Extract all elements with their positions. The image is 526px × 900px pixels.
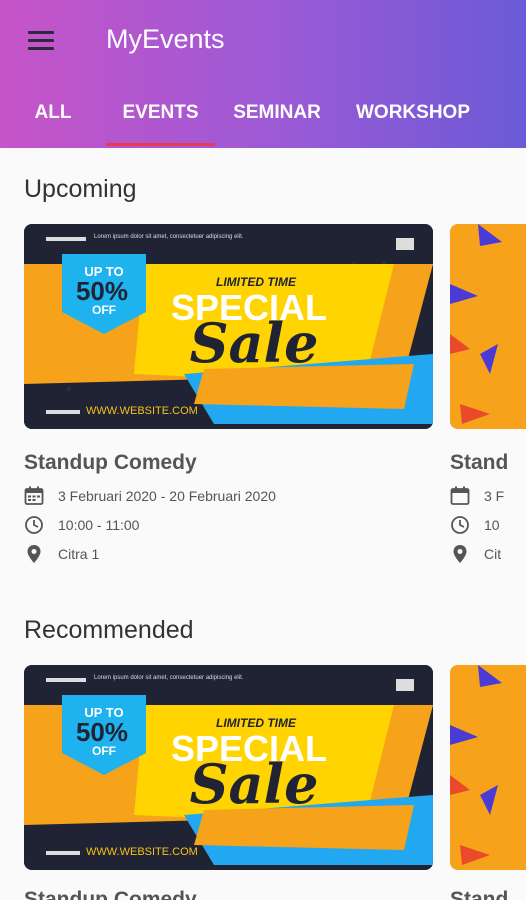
tab-workshop[interactable]: WORKSHOP bbox=[350, 90, 476, 148]
tab-label: WORKSHOP bbox=[356, 102, 470, 123]
event-card-next[interactable] bbox=[450, 224, 526, 429]
event-time-text: 10:00 - 11:00 bbox=[58, 517, 140, 533]
event-title: Standup Comedy bbox=[24, 451, 197, 474]
next-event-time-text: 10 bbox=[484, 517, 500, 533]
recommended-next-event-title: Stand bbox=[450, 888, 509, 900]
tab-label: EVENTS bbox=[122, 102, 199, 123]
banner-lorem: Lorem ipsum dolor sit amet, consectetuer… bbox=[94, 675, 244, 681]
banner-sale: Sale bbox=[190, 752, 319, 816]
recommended-event-title: Standup Comedy bbox=[24, 888, 197, 900]
banner-percent: 50% bbox=[76, 276, 128, 306]
next-event-location-text: Cit bbox=[484, 546, 502, 562]
banner-off: OFF bbox=[92, 744, 116, 758]
clock-icon bbox=[25, 516, 43, 534]
banner-percent: 50% bbox=[76, 717, 128, 747]
event-date: 3 Februari 2020 - 20 Februari 2020 bbox=[24, 485, 276, 507]
next-event-date-text: 3 F bbox=[484, 488, 505, 504]
sale-banner-image: Lorem ipsum dolor sit amet, consectetuer… bbox=[24, 665, 433, 870]
event-location: Citra 1 bbox=[24, 543, 99, 565]
calendar-icon bbox=[24, 486, 44, 505]
next-event-location: Cit bbox=[450, 543, 501, 565]
next-event-time: 10 bbox=[450, 514, 500, 536]
tab-bar: ALL EVENTS SEMINAR WORKSHOP bbox=[0, 90, 526, 148]
location-pin-icon bbox=[27, 545, 41, 563]
tab-seminar[interactable]: SEMINAR bbox=[224, 90, 330, 148]
menu-icon[interactable] bbox=[26, 28, 56, 52]
event-location-text: Citra 1 bbox=[58, 546, 100, 562]
tab-all[interactable]: ALL bbox=[22, 90, 84, 148]
app-title: MyEvents bbox=[106, 24, 225, 54]
banner-website: WWW.WEBSITE.COM bbox=[86, 405, 198, 417]
event-date-text: 3 Februari 2020 - 20 Februari 2020 bbox=[58, 488, 276, 504]
section-title-recommended: Recommended bbox=[24, 616, 194, 644]
recommended-card-next[interactable] bbox=[450, 665, 526, 870]
next-banner-image bbox=[450, 665, 526, 870]
banner-sale: Sale bbox=[190, 311, 319, 375]
section-title-upcoming: Upcoming bbox=[24, 175, 137, 203]
sale-banner-image: Lorem ipsum dolor sit amet, consectetuer… bbox=[24, 224, 433, 429]
app-bar: MyEvents ALL EVENTS SEMINAR WORKSHOP bbox=[0, 0, 526, 148]
next-event-title: Stand bbox=[450, 451, 509, 474]
clock-icon bbox=[451, 516, 469, 534]
location-pin-icon bbox=[453, 545, 467, 563]
event-time: 10:00 - 11:00 bbox=[24, 514, 139, 536]
tab-label: SEMINAR bbox=[233, 102, 321, 123]
banner-lorem: Lorem ipsum dolor sit amet, consectetuer… bbox=[94, 234, 244, 240]
tab-label: ALL bbox=[34, 102, 72, 123]
active-tab-indicator bbox=[106, 143, 215, 146]
calendar-icon bbox=[450, 486, 470, 505]
tab-events[interactable]: EVENTS bbox=[106, 90, 215, 148]
next-event-date: 3 F bbox=[450, 485, 504, 507]
next-banner-image bbox=[450, 224, 526, 429]
event-card-banner[interactable]: Lorem ipsum dolor sit amet, consectetuer… bbox=[24, 224, 433, 429]
banner-off: OFF bbox=[92, 303, 116, 317]
recommended-card-banner[interactable]: Lorem ipsum dolor sit amet, consectetuer… bbox=[24, 665, 433, 870]
banner-website: WWW.WEBSITE.COM bbox=[86, 846, 198, 858]
